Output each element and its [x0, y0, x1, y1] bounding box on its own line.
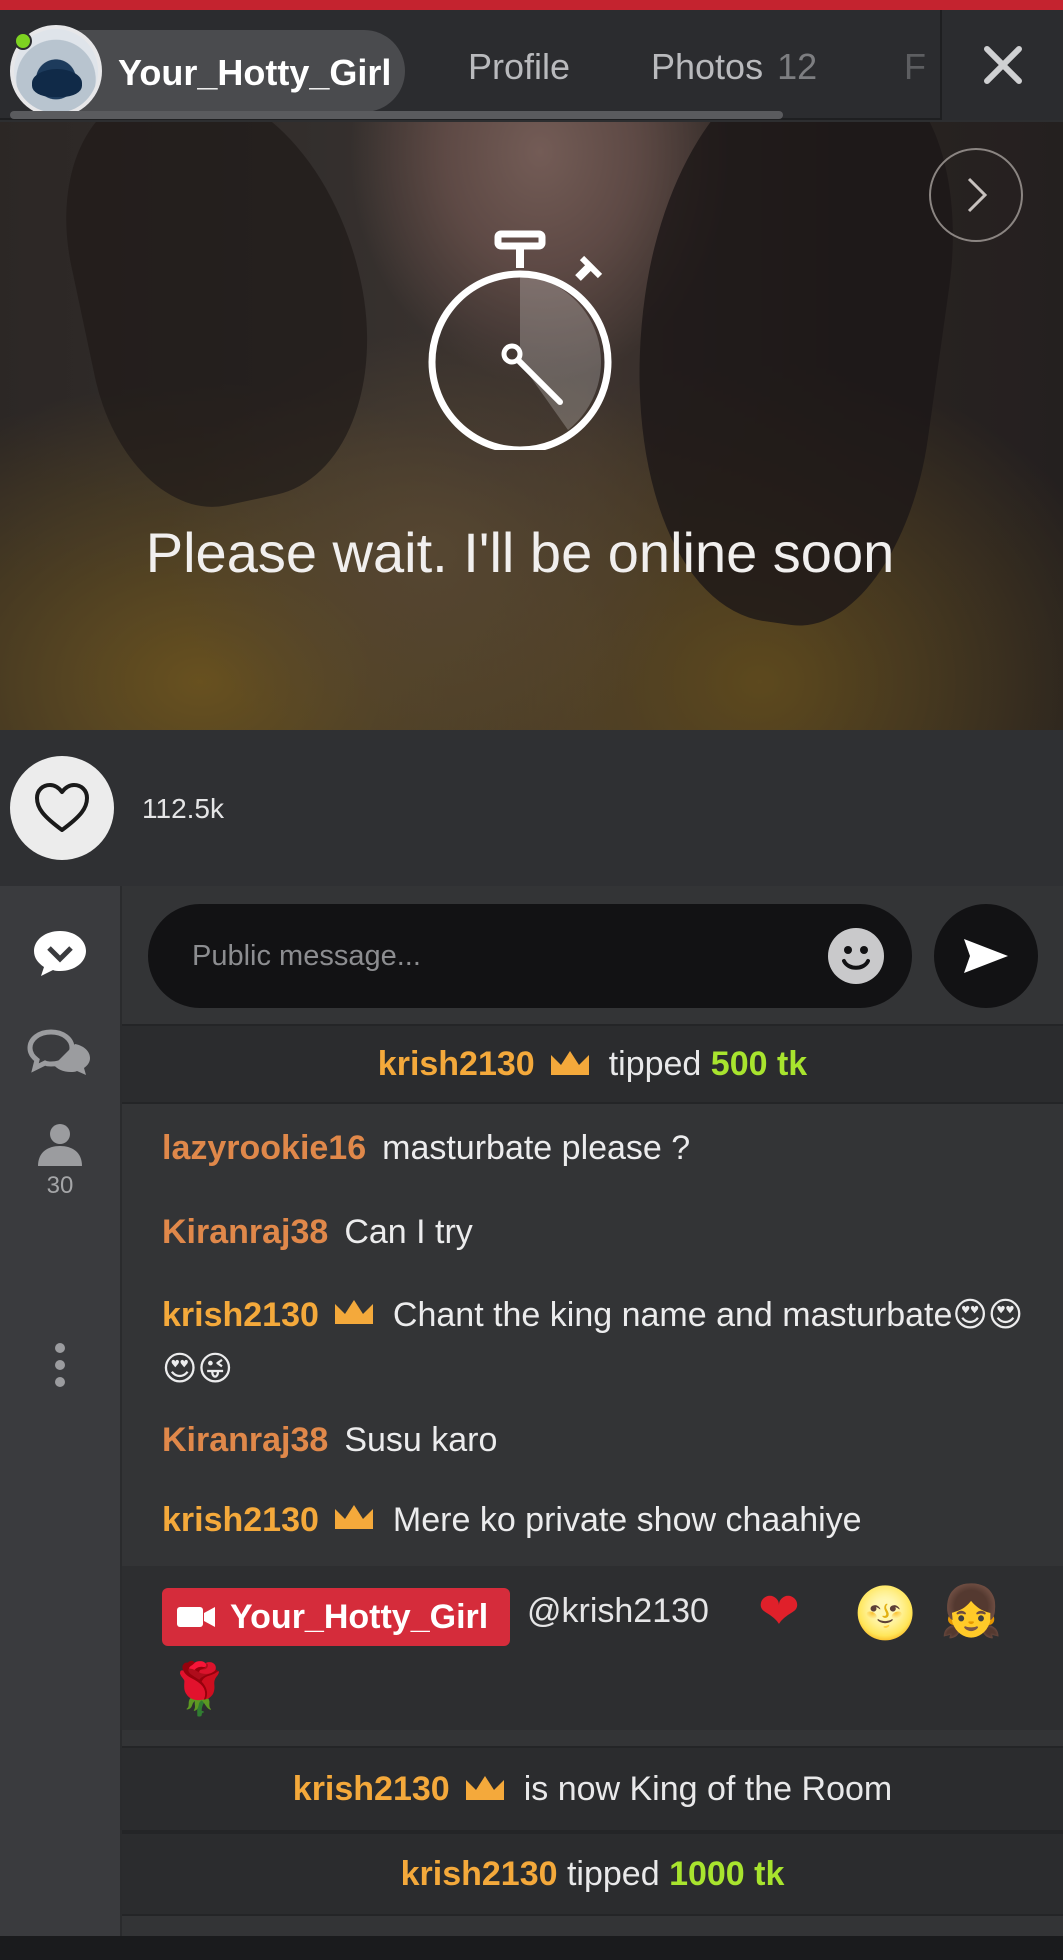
video-player[interactable]: Please wait. I'll be online soon: [0, 122, 1063, 730]
king-user[interactable]: krish2130: [293, 1770, 450, 1809]
tip-notice: krish2130 tipped 1000 tk: [122, 1832, 1063, 1916]
chat-username[interactable]: lazyrookie16: [162, 1129, 366, 1167]
more-vertical-icon[interactable]: [53, 1342, 67, 1388]
crown-icon: [550, 1051, 589, 1075]
next-model-button[interactable]: [929, 148, 1023, 242]
model-message: Your_Hotty_Girl @krish2130 ❤ 🌝 👧 🌹: [122, 1566, 1063, 1730]
rail-users[interactable]: 30: [0, 1122, 120, 1200]
heart-icon[interactable]: [33, 782, 91, 834]
private-chat-icon[interactable]: [27, 1028, 93, 1078]
rail-public-chat[interactable]: [0, 928, 120, 978]
send-button[interactable]: [934, 904, 1038, 1008]
crown-icon: [334, 1505, 373, 1529]
girl-emoji: 👧: [940, 1582, 1003, 1640]
app-root: Your_Hotty_Girl Profile Photos 12 F Pleas…: [0, 0, 1063, 1960]
crown-icon: [465, 1776, 504, 1800]
model-badge[interactable]: Your_Hotty_Girl: [162, 1588, 510, 1646]
tip-user[interactable]: krish2130: [378, 1045, 535, 1084]
chat-message: Kiranraj38 Can I try: [162, 1210, 1042, 1254]
header: Your_Hotty_Girl Profile Photos 12 F: [0, 10, 1063, 120]
message-placeholder: Public message...: [192, 939, 421, 972]
stopwatch-icon: [428, 230, 612, 450]
heart-emoji: ❤: [758, 1582, 800, 1640]
model-badge-name: Your_Hotty_Girl: [230, 1597, 489, 1636]
moon-face-emoji: 🌝: [854, 1584, 917, 1642]
chat-text: masturbate please ?: [382, 1129, 691, 1167]
users-icon[interactable]: [36, 1122, 84, 1168]
top-accent-bar: [0, 0, 1063, 10]
like-count: 112.5k: [142, 793, 224, 824]
chat-message: lazyrookie16 masturbate please ?: [162, 1126, 1042, 1170]
tab-photos-label: Photos: [651, 46, 764, 87]
king-notice: krish2130 is now King of the Room: [122, 1746, 1063, 1832]
chat-text: Mere ko private show chaahiye: [392, 1501, 862, 1539]
like-button[interactable]: [10, 756, 114, 860]
tab-scroll-indicator: [10, 111, 783, 119]
close-icon[interactable]: [981, 43, 1025, 87]
chat-username[interactable]: krish2130: [162, 1296, 319, 1334]
chat-side-rail: 30: [0, 886, 122, 1936]
like-bar: 112.5k: [0, 730, 1063, 886]
tip-user[interactable]: krish2130: [401, 1855, 558, 1894]
chat-message: krish2130 Chant the king name and masturb…: [162, 1288, 1042, 1396]
bottom-strip: [0, 1936, 1063, 1960]
chat-message: Kiranraj38 Susu karo: [162, 1418, 1042, 1462]
video-camera-icon: [177, 1607, 215, 1627]
smiley-icon[interactable]: [828, 928, 884, 984]
public-message-input[interactable]: Public message...: [148, 904, 912, 1008]
offline-status-text: Please wait. I'll be online soon: [145, 521, 895, 584]
chat-username[interactable]: krish2130: [162, 1501, 319, 1539]
message-composer: Public message...: [122, 886, 1063, 1024]
tip-verb: tipped: [566, 1854, 660, 1893]
send-icon[interactable]: [962, 936, 1010, 976]
chat-text: Susu karo: [344, 1421, 498, 1459]
users-count: 30: [46, 1172, 74, 1199]
close-button[interactable]: [940, 10, 1063, 120]
rose-emoji: 🌹: [168, 1660, 231, 1718]
tip-amount: 500 tk: [710, 1044, 808, 1083]
king-text: is now King of the Room: [523, 1769, 893, 1808]
model-pill[interactable]: Your_Hotty_Girl: [10, 25, 405, 117]
tip-verb: tipped: [608, 1044, 702, 1083]
rail-more[interactable]: [0, 1342, 120, 1388]
chat-username[interactable]: Kiranraj38: [162, 1213, 328, 1251]
rail-private-chat[interactable]: [0, 1028, 120, 1078]
model-name[interactable]: Your_Hotty_Girl: [118, 52, 391, 94]
chat-panel: Public message... krish2130 tipped 500 t…: [122, 886, 1063, 1936]
tab-clipped[interactable]: F: [904, 46, 926, 88]
chat-text: Can I try: [344, 1213, 473, 1251]
chat-message: krish2130 Mere ko private show chaahiye: [162, 1498, 1042, 1542]
tip-amount: 1000 tk: [669, 1854, 785, 1893]
online-status-dot: [14, 32, 32, 50]
tab-profile[interactable]: Profile: [468, 46, 570, 88]
chat-bubble-icon[interactable]: [31, 928, 89, 978]
chat-username[interactable]: Kiranraj38: [162, 1421, 328, 1459]
mention-text[interactable]: @krish2130: [527, 1592, 709, 1631]
tip-notice: krish2130 tipped 500 tk: [122, 1024, 1063, 1104]
tab-photos-count: 12: [777, 46, 818, 87]
tab-photos[interactable]: Photos 12: [651, 46, 817, 88]
chevron-right-icon[interactable]: [961, 175, 991, 215]
crown-icon: [334, 1300, 373, 1324]
